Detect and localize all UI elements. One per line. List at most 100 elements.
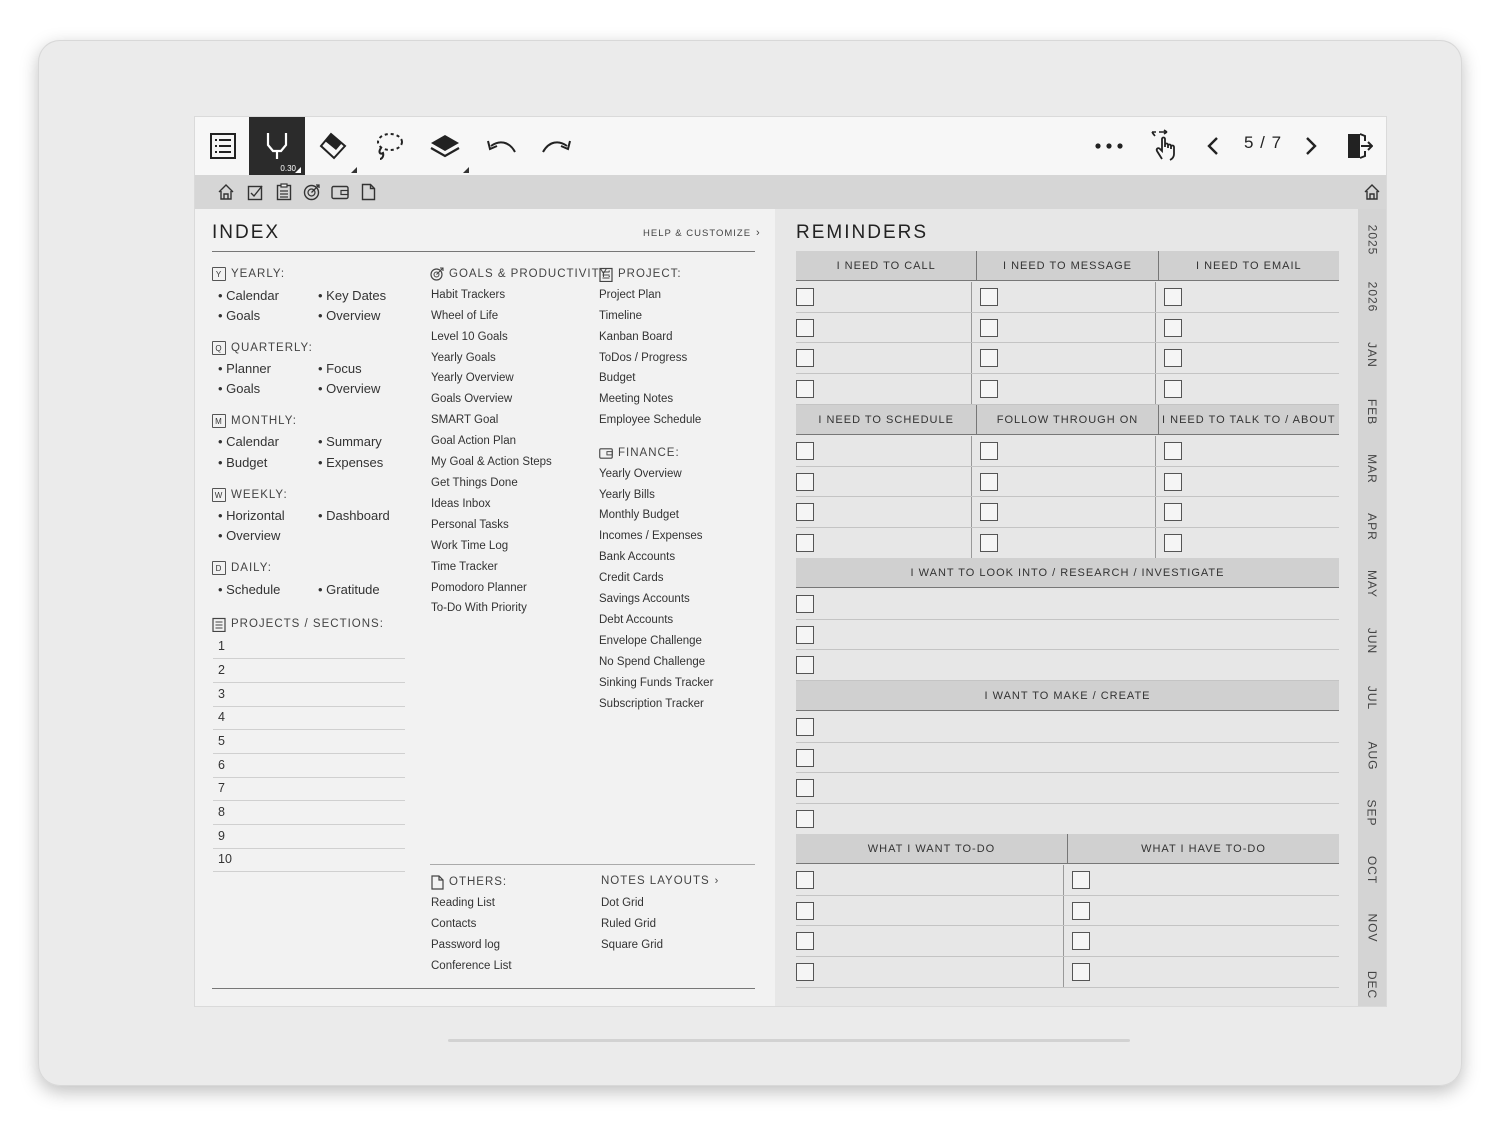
others-heading[interactable]: OTHERS: bbox=[430, 874, 507, 890]
projects-heading[interactable]: PROJECTS / SECTIONS: bbox=[212, 617, 384, 632]
tab-aug[interactable]: AUG bbox=[1358, 727, 1386, 785]
project-heading[interactable]: PROJECT: bbox=[599, 267, 682, 282]
goals-link[interactable]: Pomodoro Planner bbox=[431, 582, 527, 594]
tab-sep[interactable]: SEP bbox=[1358, 784, 1386, 842]
reminder-cell[interactable] bbox=[1155, 528, 1339, 558]
reminder-checkbox[interactable] bbox=[980, 318, 998, 337]
daily-gratitude-link[interactable]: • Gratitude bbox=[318, 582, 380, 597]
project-link[interactable]: Project Plan bbox=[599, 289, 661, 301]
project-row[interactable]: 7 bbox=[213, 777, 405, 801]
reminder-checkbox[interactable] bbox=[796, 779, 814, 798]
reminder-cell[interactable] bbox=[1063, 926, 1339, 957]
finance-link[interactable]: Sinking Funds Tracker bbox=[599, 677, 713, 689]
goals-link[interactable]: Get Things Done bbox=[431, 477, 518, 489]
finance-link[interactable]: Monthly Budget bbox=[599, 509, 679, 521]
reminder-cell[interactable] bbox=[1155, 312, 1339, 343]
project-row[interactable]: 5 bbox=[213, 730, 405, 754]
reminder-checkbox[interactable] bbox=[1164, 379, 1182, 398]
reminder-cell[interactable] bbox=[1155, 282, 1339, 312]
reminder-cell[interactable] bbox=[971, 497, 1155, 528]
project-row[interactable]: 4 bbox=[213, 706, 405, 730]
redo-button[interactable] bbox=[529, 117, 585, 175]
home-shortcut[interactable] bbox=[217, 183, 235, 201]
reminder-checkbox[interactable] bbox=[796, 870, 814, 889]
notes-layout-link[interactable]: Square Grid bbox=[601, 939, 663, 951]
finance-link[interactable]: Subscription Tracker bbox=[599, 698, 704, 710]
monthly-heading[interactable]: M MONTHLY: bbox=[212, 414, 297, 428]
reminder-cell[interactable] bbox=[1155, 466, 1339, 497]
goals-link[interactable]: Work Time Log bbox=[431, 540, 508, 552]
reminder-checkbox[interactable] bbox=[796, 932, 814, 951]
quarterly-heading[interactable]: Q QUARTERLY: bbox=[212, 341, 313, 355]
reminder-cell[interactable] bbox=[1155, 343, 1339, 374]
reminder-cell[interactable] bbox=[796, 896, 1063, 926]
weekly-overview-link[interactable]: • Overview bbox=[218, 528, 280, 543]
tab-nov[interactable]: NOV bbox=[1358, 899, 1386, 957]
reminder-cell[interactable] bbox=[796, 282, 971, 312]
tab-apr[interactable]: APR bbox=[1358, 498, 1386, 556]
yearly-calendar-link[interactable]: • Calendar bbox=[218, 288, 279, 303]
reminder-checkbox[interactable] bbox=[980, 441, 998, 460]
goals-link[interactable]: Yearly Goals bbox=[431, 352, 496, 364]
others-link[interactable]: Contacts bbox=[431, 918, 476, 930]
reminder-checkbox[interactable] bbox=[796, 717, 814, 736]
reminder-cell[interactable] bbox=[971, 282, 1155, 312]
reminder-checkbox[interactable] bbox=[980, 503, 998, 522]
reminder-cell[interactable] bbox=[1063, 865, 1339, 895]
finance-link[interactable]: Envelope Challenge bbox=[599, 635, 702, 647]
reminder-checkbox[interactable] bbox=[1072, 962, 1090, 981]
yearly-overview-link[interactable]: • Overview bbox=[318, 308, 380, 323]
eraser-tool-button[interactable] bbox=[305, 117, 361, 175]
project-link[interactable]: Timeline bbox=[599, 310, 642, 322]
reminder-cell[interactable] bbox=[796, 497, 971, 527]
reminder-cell[interactable] bbox=[1063, 957, 1339, 987]
finance-link[interactable]: No Spend Challenge bbox=[599, 656, 705, 668]
reminder-cell[interactable] bbox=[1155, 497, 1339, 528]
reminder-cell[interactable] bbox=[796, 589, 1339, 619]
pen-tool-button[interactable]: 0.30 bbox=[249, 117, 305, 175]
reminder-checkbox[interactable] bbox=[1164, 503, 1182, 522]
goals-link[interactable]: SMART Goal bbox=[431, 414, 498, 426]
finance-link[interactable]: Yearly Overview bbox=[599, 468, 682, 480]
others-link[interactable]: Conference List bbox=[431, 960, 512, 972]
monthly-expenses-link[interactable]: • Expenses bbox=[318, 455, 383, 470]
reminder-checkbox[interactable] bbox=[796, 379, 814, 398]
reminder-cell[interactable] bbox=[796, 957, 1063, 987]
weekly-heading[interactable]: W WEEKLY: bbox=[212, 488, 288, 502]
reminder-checkbox[interactable] bbox=[796, 594, 814, 613]
tab-jan[interactable]: JAN bbox=[1358, 326, 1386, 384]
reminder-checkbox[interactable] bbox=[796, 901, 814, 920]
project-link[interactable]: ToDos / Progress bbox=[599, 352, 687, 364]
others-link[interactable]: Reading List bbox=[431, 897, 495, 909]
reminder-cell[interactable] bbox=[971, 343, 1155, 374]
reminder-cell[interactable] bbox=[971, 436, 1155, 466]
reminder-cell[interactable] bbox=[971, 374, 1155, 404]
tab-jun[interactable]: JUN bbox=[1358, 612, 1386, 670]
finance-link[interactable]: Credit Cards bbox=[599, 572, 664, 584]
others-shortcut[interactable] bbox=[359, 183, 377, 201]
tab-may[interactable]: MAY bbox=[1358, 555, 1386, 613]
project-row[interactable]: 10 bbox=[213, 848, 405, 872]
reminder-checkbox[interactable] bbox=[980, 349, 998, 368]
finance-link[interactable]: Incomes / Expenses bbox=[599, 530, 703, 542]
goals-link[interactable]: Personal Tasks bbox=[431, 519, 509, 531]
reminder-checkbox[interactable] bbox=[796, 349, 814, 368]
reminder-checkbox[interactable] bbox=[796, 441, 814, 460]
reminder-checkbox[interactable] bbox=[796, 533, 814, 552]
reminder-cell[interactable] bbox=[971, 466, 1155, 497]
reminder-checkbox[interactable] bbox=[796, 472, 814, 491]
tab-mar[interactable]: MAR bbox=[1358, 440, 1386, 498]
project-row[interactable]: 3 bbox=[213, 683, 405, 707]
project-link[interactable]: Meeting Notes bbox=[599, 393, 673, 405]
finance-link[interactable]: Bank Accounts bbox=[599, 551, 675, 563]
lasso-tool-button[interactable] bbox=[361, 117, 417, 175]
layers-button[interactable] bbox=[417, 117, 473, 175]
goals-heading[interactable]: GOALS & PRODUCTIVITY: bbox=[430, 267, 612, 281]
reminder-cell[interactable] bbox=[971, 528, 1155, 558]
reminder-cell[interactable] bbox=[971, 312, 1155, 343]
goals-shortcut[interactable] bbox=[303, 183, 321, 201]
help-customize-link[interactable]: HELP & CUSTOMIZE › bbox=[643, 227, 761, 239]
goals-link[interactable]: Goal Action Plan bbox=[431, 435, 516, 447]
project-row[interactable]: 2 bbox=[213, 659, 405, 683]
reminder-cell[interactable] bbox=[1155, 436, 1339, 466]
